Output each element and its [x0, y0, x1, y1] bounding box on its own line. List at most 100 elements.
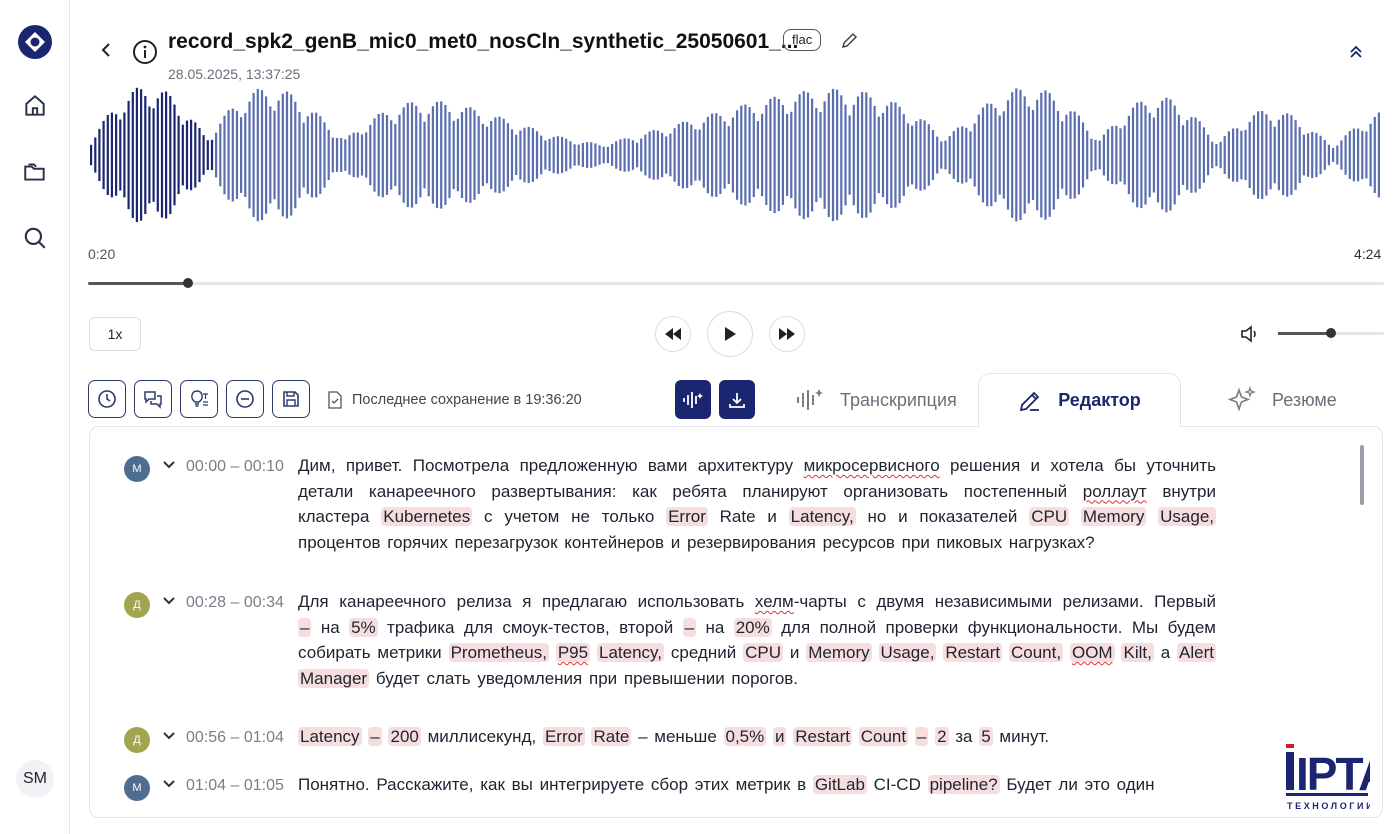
highlighted-term[interactable]: 2	[935, 727, 949, 746]
highlighted-term[interactable]: Alert	[1177, 643, 1217, 662]
segment-text[interactable]: Дим, привет. Посмотрела предложенную вам…	[298, 456, 1217, 559]
segment-time[interactable]: 00:28 – 00:34	[186, 594, 284, 612]
playback-speed-button[interactable]: 1x	[89, 317, 141, 351]
folders-icon[interactable]	[15, 152, 55, 192]
waveform-bar	[448, 111, 451, 199]
back-button[interactable]	[94, 38, 118, 62]
volume-slider[interactable]	[1278, 328, 1384, 338]
home-icon[interactable]	[15, 86, 55, 126]
highlighted-term[interactable]: Error	[542, 727, 585, 746]
highlighted-term[interactable]: Kilt,	[1121, 643, 1154, 662]
app-logo-icon[interactable]	[15, 22, 55, 62]
info-icon[interactable]	[132, 39, 158, 65]
download-button[interactable]	[719, 380, 755, 419]
highlighted-term[interactable]: OOM	[1069, 643, 1115, 662]
user-avatar[interactable]: SM	[16, 760, 54, 798]
audio-enhance-button[interactable]	[675, 380, 711, 419]
highlighted-term[interactable]: Rate	[591, 727, 632, 746]
highlighted-term[interactable]: 200	[388, 727, 421, 746]
highlighted-term[interactable]: pipeline?	[927, 775, 1000, 794]
highlighted-term[interactable]: Prometheus,	[448, 643, 549, 662]
highlighted-term[interactable]: –	[298, 617, 312, 637]
waveform-bar	[1181, 125, 1185, 185]
waveform-bar	[277, 100, 280, 210]
timestamps-button[interactable]	[88, 380, 126, 418]
highlighted-term[interactable]: Memory	[806, 643, 872, 662]
segment-text[interactable]: Для канареечного релиза я предлагаю испо…	[298, 592, 1217, 694]
waveform-bar	[552, 136, 555, 174]
highlighted-term[interactable]: Error	[666, 507, 708, 526]
waveform-bar	[523, 127, 526, 183]
highlighted-term[interactable]: CPU	[743, 643, 783, 662]
highlighted-term[interactable]: Latency,	[596, 643, 664, 662]
segment-line: процентов горячих перезагрузок контейнер…	[298, 527, 1216, 559]
text-run	[549, 643, 556, 662]
highlighted-term[interactable]: Manager	[298, 668, 370, 688]
highlighted-term[interactable]: Restart	[793, 727, 853, 746]
seek-handle[interactable]	[182, 278, 193, 288]
highlighted-term[interactable]: –	[914, 727, 929, 746]
highlighted-term[interactable]: Count,	[1009, 643, 1064, 662]
segment-text[interactable]: Latency – 200 миллисекунд, Error Rate – …	[298, 727, 1216, 753]
speaker-avatar[interactable]: М	[124, 775, 150, 801]
volume-handle[interactable]	[1326, 328, 1336, 338]
highlighted-term[interactable]: GitLab	[812, 775, 867, 794]
highlighted-term[interactable]: 20%	[733, 617, 772, 637]
highlighted-term[interactable]: и	[772, 727, 787, 746]
highlighted-term[interactable]: 5	[979, 727, 993, 746]
chevron-down-icon[interactable]	[162, 777, 176, 791]
save-button[interactable]	[272, 380, 310, 418]
highlighted-term[interactable]: 5%	[349, 617, 378, 637]
highlighted-term[interactable]: –	[368, 727, 382, 746]
text-run: хелм	[754, 592, 794, 611]
highlighted-term[interactable]: 0,5%	[723, 727, 767, 746]
tab-editor[interactable]: Редактор	[978, 373, 1181, 427]
segment-time[interactable]: 00:00 – 00:10	[186, 458, 284, 476]
highlighted-term[interactable]: Restart	[943, 643, 1003, 662]
speakers-button[interactable]	[134, 380, 172, 418]
speaker-avatar[interactable]: М	[124, 456, 150, 482]
chevron-down-icon[interactable]	[162, 594, 176, 608]
highlighted-term[interactable]: Memory	[1080, 507, 1147, 526]
audio-waveform[interactable]	[88, 80, 1384, 230]
waveform-bar	[490, 121, 493, 189]
search-icon[interactable]	[15, 218, 55, 258]
highlighted-term[interactable]: –	[682, 617, 697, 637]
hints-button[interactable]	[180, 380, 218, 418]
fast-forward-button[interactable]	[769, 316, 805, 352]
waveform-bar	[210, 139, 214, 171]
segment-time[interactable]: 00:56 – 01:04	[186, 729, 284, 747]
highlighted-term[interactable]: CPU	[1029, 507, 1070, 526]
text-run: внутри	[1146, 481, 1216, 501]
speaker-avatar[interactable]: Д	[124, 592, 150, 618]
waveform-bar	[265, 96, 268, 214]
chevron-down-icon[interactable]	[162, 458, 176, 472]
play-button[interactable]	[707, 311, 753, 357]
highlighted-term[interactable]: Usage,	[878, 643, 937, 662]
tab-summary[interactable]: Резюме	[1228, 373, 1337, 427]
edit-title-icon[interactable]	[840, 30, 860, 50]
segment-time[interactable]: 01:04 – 01:05	[186, 777, 284, 795]
volume-icon[interactable]	[1240, 324, 1260, 344]
waveform-bar	[206, 140, 209, 170]
segment-text[interactable]: Понятно. Расскажите, как вы интегрируете…	[298, 775, 1216, 801]
remove-button[interactable]	[226, 380, 264, 418]
highlighted-term[interactable]: Kubernetes	[381, 507, 473, 526]
pencil-icon	[1020, 391, 1040, 411]
chevron-down-icon[interactable]	[162, 729, 176, 743]
highlighted-term[interactable]: Usage,	[1158, 507, 1217, 526]
seek-bar[interactable]	[88, 278, 1384, 288]
editor-scrollbar[interactable]	[1360, 445, 1364, 505]
waveform-bar	[148, 106, 151, 204]
waveform-bar	[1040, 92, 1043, 218]
highlighted-term[interactable]: P95	[555, 643, 591, 662]
speaker-avatar[interactable]: Д	[124, 727, 150, 753]
highlighted-term[interactable]: Latency	[298, 727, 362, 746]
waveform-bar	[673, 128, 676, 182]
highlighted-term[interactable]: Latency,	[788, 507, 856, 526]
highlighted-term[interactable]: Count	[858, 727, 909, 746]
rewind-button[interactable]	[655, 316, 691, 352]
collapse-icon[interactable]	[1346, 42, 1366, 62]
user-initials: SM	[23, 770, 47, 787]
tab-transcription[interactable]: Транскрипция	[796, 373, 957, 427]
